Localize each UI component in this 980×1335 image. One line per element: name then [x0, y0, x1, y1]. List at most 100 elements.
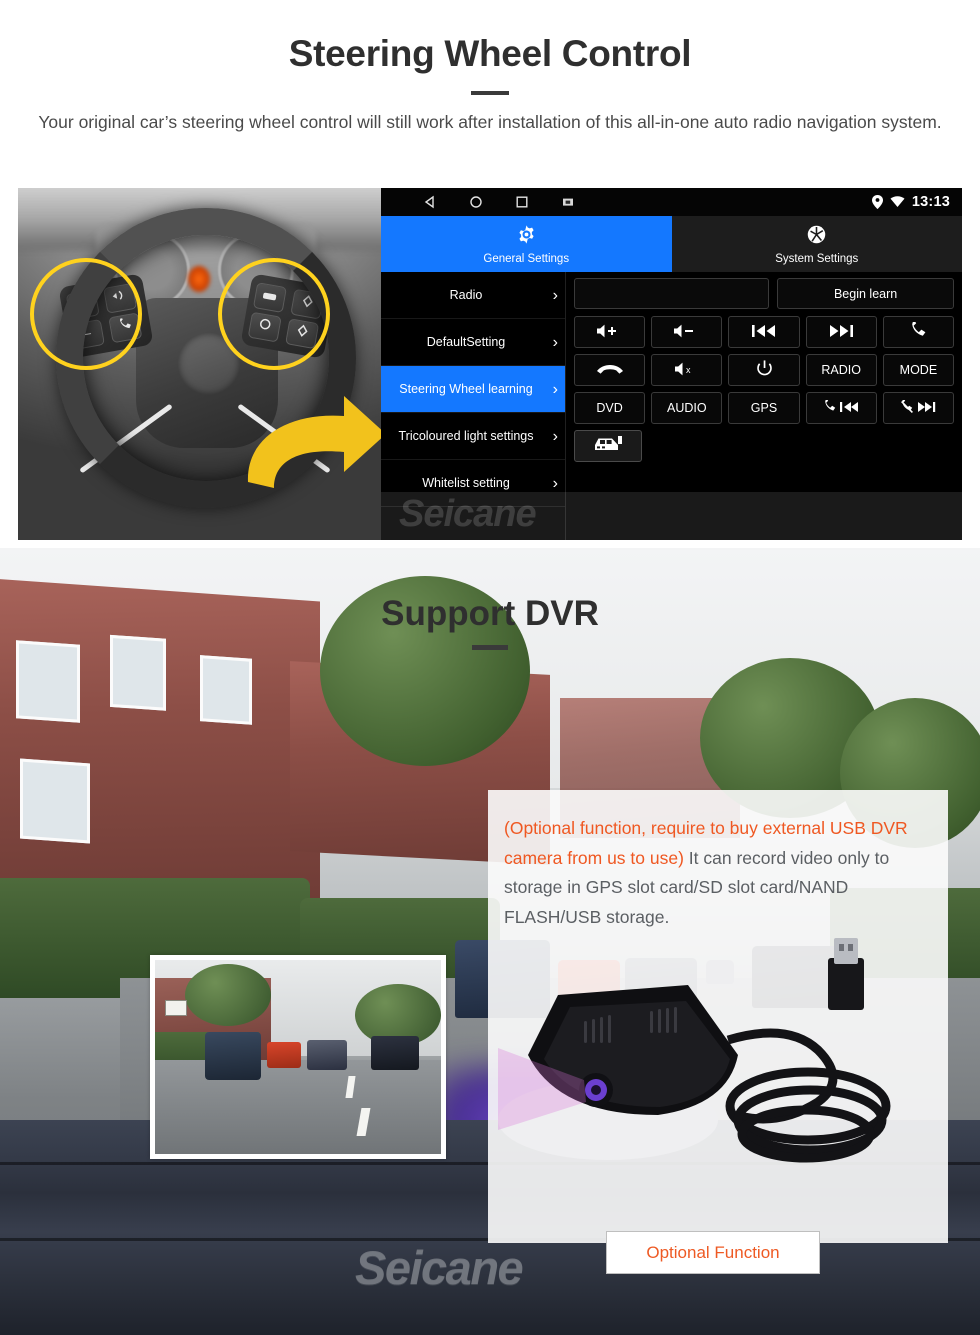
phone-previous-icon: [823, 397, 859, 417]
status-bar-clock: 13:13: [911, 194, 950, 210]
phone-previous-button[interactable]: [805, 392, 877, 424]
volume-down-button[interactable]: [651, 316, 723, 348]
function-row: x RADIO MODE: [574, 354, 955, 386]
next-track-button[interactable]: [805, 316, 877, 348]
chevron-right-icon: ›: [552, 474, 558, 492]
audio-button[interactable]: AUDIO: [651, 392, 723, 424]
optional-function-button[interactable]: Optional Function: [606, 1231, 820, 1274]
learn-status-input[interactable]: [574, 278, 770, 309]
gps-button[interactable]: GPS: [728, 392, 800, 424]
function-row: [574, 316, 955, 348]
gear-icon: [516, 224, 537, 250]
volume-up-button[interactable]: [574, 316, 646, 348]
power-icon: [756, 359, 773, 381]
steering-wheel-control-section: Steering Wheel Control Your original car…: [0, 0, 980, 548]
highlight-circle-left-icon: [30, 258, 142, 370]
svg-text:x: x: [686, 365, 691, 375]
dvr-recording-preview: [150, 955, 446, 1159]
back-triangle-icon[interactable]: [423, 195, 437, 209]
location-pin-icon: [871, 195, 883, 209]
preview-car-suv: [205, 1032, 261, 1080]
menu-item-label: Whitelist setting: [422, 475, 510, 490]
function-row: DVD AUDIO GPS: [574, 392, 955, 424]
audio-button-label: AUDIO: [667, 401, 707, 415]
learn-row: Begin learn: [574, 278, 954, 309]
volume-down-icon: [672, 323, 702, 342]
steering-wheel-learning-panel: Begin learn x RADIO MODE DVD AUDIO GPS: [566, 272, 962, 540]
home-circle-icon[interactable]: [469, 195, 483, 209]
dvr-title: Support DVR: [381, 594, 599, 633]
settings-body: Radio › DefaultSetting › Steering Wheel …: [381, 272, 962, 540]
radio-button[interactable]: RADIO: [805, 354, 877, 386]
recents-square-icon[interactable]: [515, 195, 529, 209]
phone-answer-button[interactable]: [882, 316, 955, 348]
phone-mute-next-button[interactable]: [882, 392, 955, 424]
function-button-grid: x RADIO MODE DVD AUDIO GPS: [574, 316, 955, 424]
menu-item-radio[interactable]: Radio ›: [381, 272, 565, 319]
preview-road: [155, 1060, 441, 1154]
menu-item-whitelist-setting[interactable]: Whitelist setting ›: [381, 460, 565, 507]
gps-button-label: GPS: [750, 401, 778, 415]
menu-item-tricoloured-light-settings[interactable]: Tricoloured light settings ›: [381, 413, 565, 460]
chevron-right-icon: ›: [552, 380, 558, 398]
preview-car-black: [371, 1036, 419, 1070]
phone-hangup-icon: [596, 362, 624, 379]
steering-wheel-photo: + −: [18, 188, 381, 540]
settings-tabs: General Settings System Settings: [381, 216, 962, 272]
phone-mute-next-icon: [900, 397, 936, 417]
next-track-icon: [828, 324, 854, 341]
wifi-icon: [890, 196, 905, 208]
highlight-circle-right-icon: [218, 258, 330, 370]
chevron-right-icon: ›: [552, 333, 558, 351]
tab-system-settings[interactable]: System Settings: [671, 216, 962, 272]
optional-function-label: Optional Function: [646, 1242, 780, 1262]
page-subtitle: Your original car’s steering wheel contr…: [38, 112, 942, 132]
mode-button-label: MODE: [899, 363, 938, 377]
settings-menu-list: Radio › DefaultSetting › Steering Wheel …: [381, 272, 566, 540]
window: [16, 640, 80, 723]
menu-item-label: Steering Wheel learning: [399, 381, 533, 396]
menu-item-label: Radio: [449, 287, 483, 302]
menu-item-label: DefaultSetting: [426, 334, 506, 349]
preview-car-grey: [307, 1040, 347, 1070]
menu-item-steering-wheel-learning[interactable]: Steering Wheel learning ›: [381, 366, 565, 413]
pointer-arrow-icon: [240, 386, 381, 496]
chevron-right-icon: ›: [552, 286, 558, 304]
head-unit-screen: 13:13 General Settings System Settings R…: [381, 188, 962, 540]
volume-up-icon: [595, 323, 625, 342]
media-strip: + − 13:13 General Settings System Settin…: [18, 188, 962, 540]
page-title: Steering Wheel Control: [288, 33, 692, 74]
previous-track-button[interactable]: [728, 316, 800, 348]
preview-tree: [185, 964, 271, 1026]
screenshot-icon[interactable]: [561, 196, 575, 208]
tab-general-settings-label: General Settings: [483, 252, 570, 265]
menu-item-default-setting[interactable]: DefaultSetting ›: [381, 319, 565, 366]
dvd-button-label: DVD: [596, 401, 623, 415]
dvr-note: (Optional function, require to buy exter…: [504, 814, 936, 932]
phone-hangup-button[interactable]: [574, 354, 646, 386]
volume-mute-icon: x: [673, 361, 701, 380]
car-settings-button[interactable]: [574, 430, 642, 462]
begin-learn-button[interactable]: Begin learn: [777, 278, 954, 309]
window: [200, 655, 252, 725]
mode-button[interactable]: MODE: [882, 354, 955, 386]
window: [20, 758, 90, 844]
power-button[interactable]: [728, 354, 800, 386]
dvr-title-divider: [472, 645, 508, 650]
previous-track-icon: [751, 324, 777, 341]
preview-car-red: [267, 1042, 301, 1068]
tab-general-settings[interactable]: General Settings: [381, 216, 672, 272]
radio-button-label: RADIO: [821, 363, 861, 377]
window: [110, 634, 166, 711]
chevron-right-icon: ›: [552, 427, 558, 445]
phone-answer-icon: [908, 318, 928, 343]
title-divider: [471, 91, 509, 95]
preview-sign: [165, 1000, 187, 1016]
car-icon: [593, 434, 623, 458]
usb-dvr-camera-image: [498, 938, 891, 1163]
begin-learn-label: Begin learn: [833, 286, 898, 301]
system-settings-icon: [806, 224, 827, 250]
volume-mute-button[interactable]: x: [651, 354, 723, 386]
tab-system-settings-label: System Settings: [775, 252, 859, 265]
dvd-button[interactable]: DVD: [574, 392, 646, 424]
